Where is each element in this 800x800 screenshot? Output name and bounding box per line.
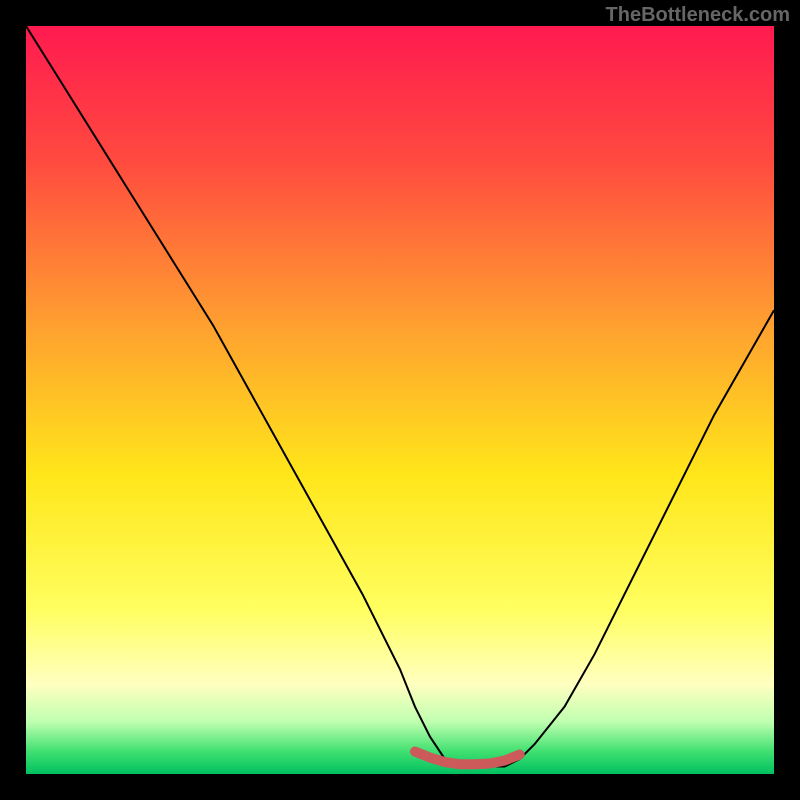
gradient-background — [26, 26, 774, 774]
watermark-text: TheBottleneck.com — [606, 4, 790, 27]
chart-svg — [26, 26, 774, 774]
chart-container: TheBottleneck.com — [0, 0, 800, 800]
plot-area — [26, 26, 774, 774]
